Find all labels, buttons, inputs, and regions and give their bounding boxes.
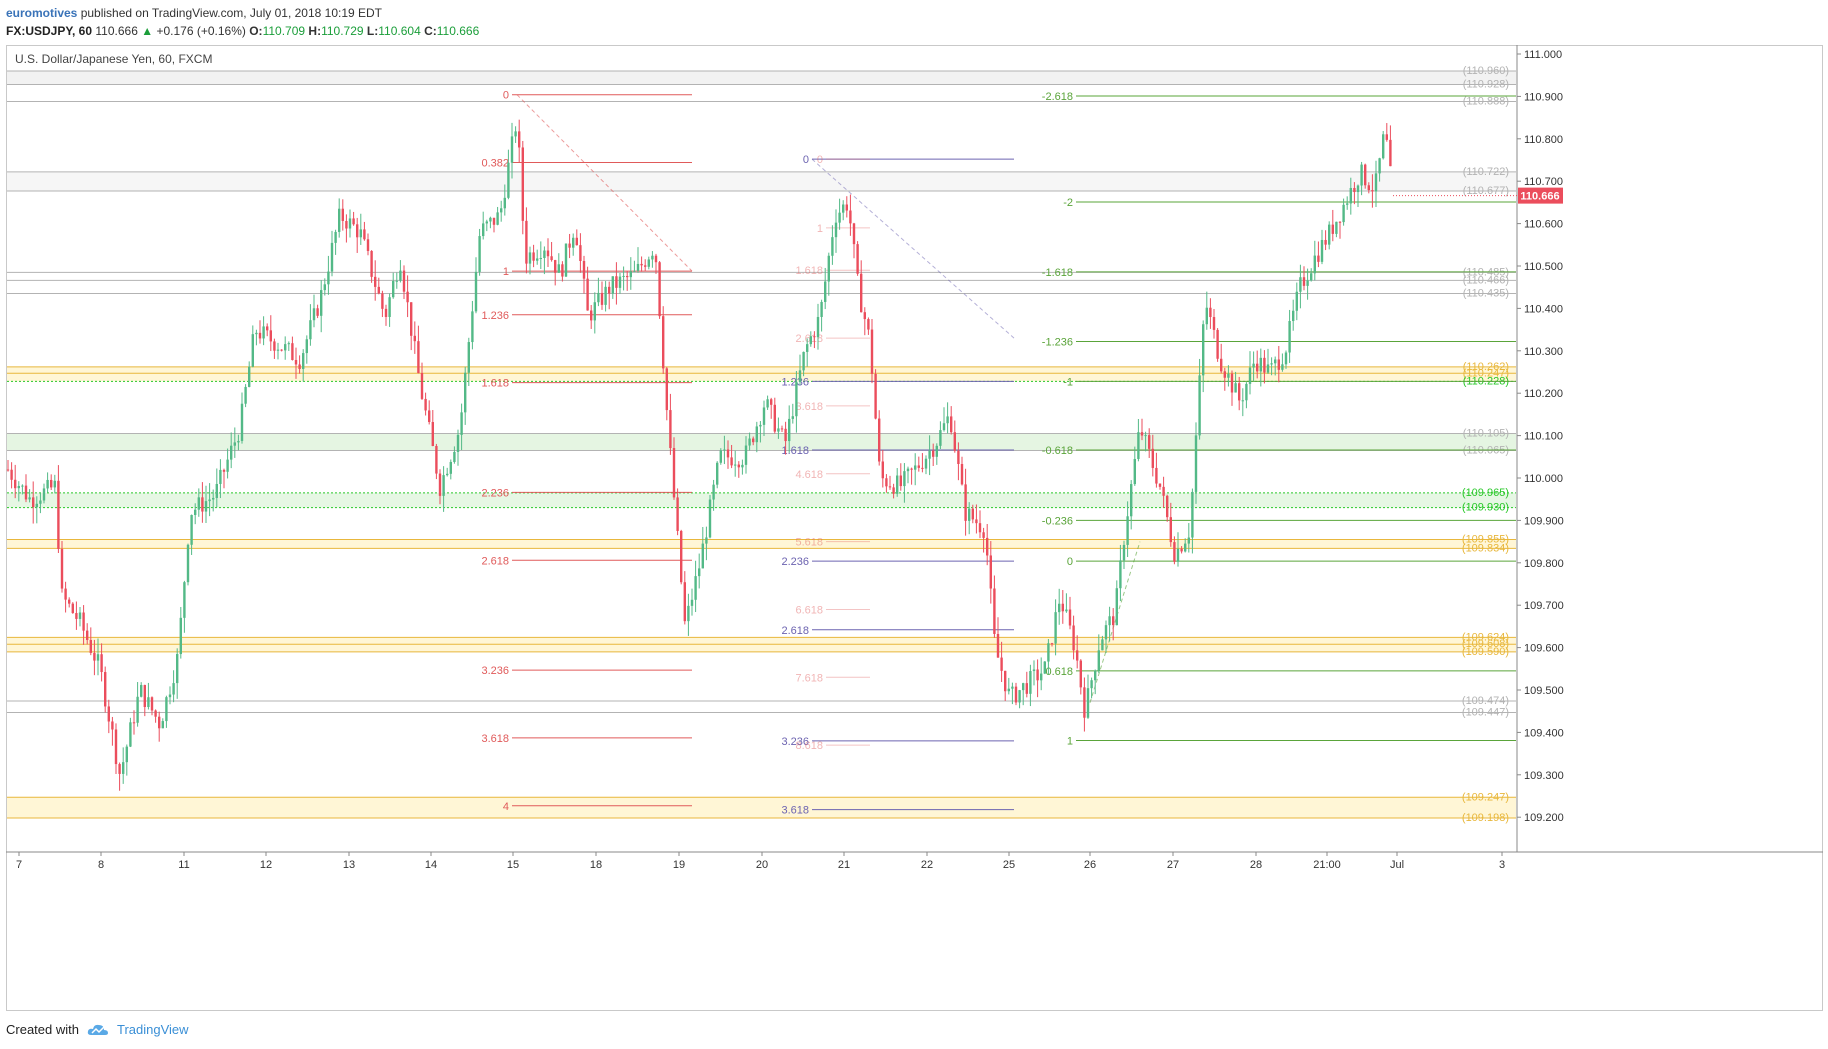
low-label: L: <box>366 24 379 38</box>
symbol-label: FX:USDJPY, 60 <box>6 24 93 38</box>
footer: Created with TradingView <box>6 1022 189 1037</box>
up-arrow-icon: ▲ <box>141 24 154 38</box>
chart-frame[interactable] <box>6 45 1823 1011</box>
tradingview-brand-link[interactable]: TradingView <box>117 1022 189 1037</box>
low-value: 110.604 <box>378 24 421 38</box>
published-text: published on TradingView.com, July 01, 2… <box>80 6 383 20</box>
last-price: 110.666 <box>95 24 138 38</box>
open-label: O: <box>249 24 263 38</box>
publish-line: euromotives published on TradingView.com… <box>6 4 479 22</box>
close-label: C: <box>424 24 437 38</box>
author-link[interactable]: euromotives <box>6 6 77 20</box>
chart-title: U.S. Dollar/Japanese Yen, 60, FXCM <box>15 52 213 66</box>
high-label: H: <box>308 24 322 38</box>
ohlc-line: FX:USDJPY, 60 110.666 ▲ +0.176 (+0.16%) … <box>6 22 479 40</box>
high-value: 110.729 <box>321 24 364 38</box>
chart-header: euromotives published on TradingView.com… <box>6 4 479 40</box>
close-value: 110.666 <box>436 24 480 38</box>
tradingview-cloud-icon <box>87 1024 108 1035</box>
created-with-label: Created with <box>6 1022 79 1037</box>
open-value: 110.709 <box>262 24 306 38</box>
price-change: +0.176 (+0.16%) <box>156 24 246 38</box>
